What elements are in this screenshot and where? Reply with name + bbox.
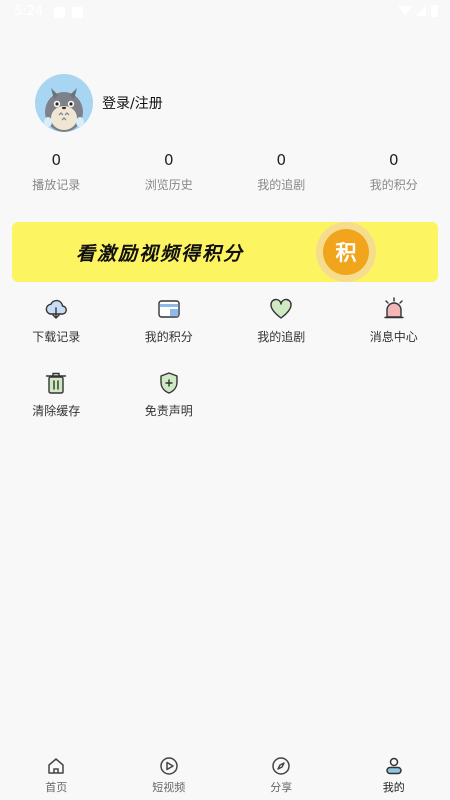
- tab-short-video[interactable]: 短视频: [113, 748, 226, 800]
- menu-download-records[interactable]: 下载记录: [0, 296, 113, 370]
- menu-clear-cache[interactable]: 清除缓存: [0, 370, 113, 444]
- stat-my-followed-dramas[interactable]: 0 我的追剧: [225, 150, 338, 193]
- totoro-avatar-icon: [44, 88, 84, 132]
- login-register-label[interactable]: 登录/注册: [102, 93, 163, 113]
- compass-icon: [272, 757, 290, 775]
- battery-icon: [431, 5, 438, 17]
- menu-my-followed-dramas[interactable]: 我的追剧: [225, 296, 338, 370]
- reward-video-banner[interactable]: 看激励视频得积分 积: [12, 222, 438, 282]
- stat-label: 我的追剧: [257, 178, 306, 192]
- avatar[interactable]: [35, 74, 93, 132]
- stat-play-records[interactable]: 0 播放记录: [0, 150, 113, 193]
- bottom-tab-bar: 首页 短视频 分享 我的: [0, 748, 450, 800]
- stats-row: 0 播放记录 0 浏览历史 0 我的追剧 0 我的积分: [0, 150, 450, 193]
- signal-icon: [416, 6, 426, 16]
- menu-label: 我的追剧: [257, 330, 306, 344]
- menu-message-center[interactable]: 消息中心: [338, 296, 450, 370]
- wifi-icon: [398, 6, 412, 16]
- tab-label: 短视频: [152, 781, 186, 794]
- stat-label: 我的积分: [369, 178, 418, 192]
- stat-browse-history[interactable]: 0 浏览历史: [113, 150, 226, 193]
- notification-icon: [72, 7, 83, 18]
- tab-home[interactable]: 首页: [0, 748, 113, 800]
- cloud-download-icon: [45, 299, 68, 319]
- coin-char: 积: [323, 229, 369, 275]
- menu-disclaimer[interactable]: 免责声明: [113, 370, 226, 444]
- tab-label: 我的: [382, 781, 405, 794]
- tab-label: 首页: [45, 781, 68, 794]
- menu-label: 消息中心: [369, 330, 418, 344]
- stat-my-points[interactable]: 0 我的积分: [338, 150, 450, 193]
- menu-grid: 下载记录 我的积分 我的追剧 消息中心 清除缓存 免责声明: [0, 296, 450, 444]
- tab-label: 分享: [270, 781, 293, 794]
- status-bar: 5:24: [0, 0, 450, 26]
- notification-icon: [54, 7, 65, 18]
- menu-label: 清除缓存: [32, 404, 81, 418]
- stat-value: 0: [388, 151, 399, 169]
- user-icon: [386, 757, 402, 775]
- stat-value: 0: [51, 151, 62, 169]
- shield-plus-icon: [160, 372, 178, 394]
- tab-share[interactable]: 分享: [225, 748, 338, 800]
- login-register-button[interactable]: 登录/注册: [35, 74, 163, 132]
- stat-label: 浏览历史: [144, 178, 193, 192]
- banner-text: 看激励视频得积分: [76, 243, 245, 265]
- home-icon: [48, 758, 64, 774]
- status-time: 5:24: [14, 4, 44, 19]
- play-circle-icon: [160, 757, 178, 775]
- menu-label: 下载记录: [32, 330, 81, 344]
- menu-label: 免责声明: [144, 404, 193, 418]
- tab-mine[interactable]: 我的: [338, 748, 450, 800]
- stat-value: 0: [276, 151, 287, 169]
- trash-icon: [46, 372, 67, 394]
- menu-label: 我的积分: [144, 330, 193, 344]
- stat-value: 0: [163, 151, 174, 169]
- points-coin-icon: 积: [316, 222, 376, 282]
- wallet-card-icon: [158, 300, 180, 318]
- menu-my-points[interactable]: 我的积分: [113, 296, 226, 370]
- heart-icon: [270, 298, 292, 319]
- stat-label: 播放记录: [32, 178, 81, 192]
- alarm-bell-icon: [384, 297, 404, 319]
